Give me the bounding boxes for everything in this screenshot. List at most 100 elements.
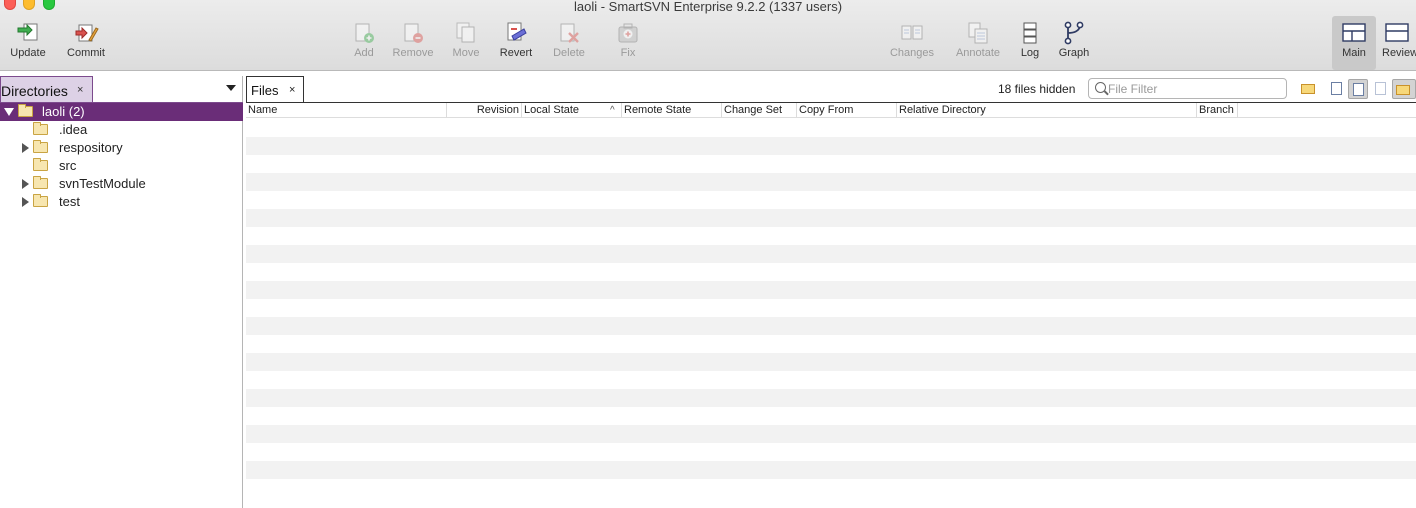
window-toolbar: laoli - SmartSVN Enterprise 9.2.2 (1337 … [0, 0, 1416, 71]
panel-menu-chevron-icon[interactable] [226, 85, 236, 91]
files-panel: Files × 18 files hidden Name Revision Lo… [246, 76, 1416, 508]
tree-item-label: respository [59, 140, 123, 155]
review-layout-icon [1385, 23, 1409, 42]
collapse-arrow-icon[interactable] [22, 197, 29, 207]
table-row-stripe [246, 281, 1416, 299]
tab-directories-label: Directories [1, 83, 68, 99]
tab-files[interactable]: Files × [246, 76, 304, 102]
log-label: Log [1020, 47, 1040, 59]
add-label: Add [354, 47, 374, 59]
review-perspective-button[interactable]: Review [1382, 20, 1416, 64]
move-file-icon [456, 22, 475, 43]
folder-icon [33, 158, 48, 171]
show-unchanged-files-button[interactable] [1327, 79, 1347, 99]
tree-item-src[interactable]: src [0, 157, 243, 175]
tab-files-label: Files [251, 83, 279, 98]
tab-directories[interactable]: Directories × [0, 76, 93, 102]
log-icon [1023, 22, 1037, 44]
folder-icon [33, 122, 48, 135]
add-file-icon [355, 23, 374, 43]
main-perspective-content: Main [1332, 20, 1376, 64]
column-relative-directory[interactable]: Relative Directory [897, 103, 1197, 118]
move-button[interactable]: Move [450, 20, 482, 64]
annotate-icon [968, 22, 988, 44]
move-label: Move [452, 47, 480, 59]
changes-label: Changes [889, 47, 935, 59]
column-change-set[interactable]: Change Set [722, 103, 797, 118]
delete-icon [560, 23, 579, 43]
table-row-stripe [246, 137, 1416, 155]
file-filter-field[interactable] [1088, 78, 1287, 99]
tree-item-label: .idea [59, 122, 88, 137]
revert-button[interactable]: Revert [497, 20, 535, 64]
file-filter-input[interactable] [1108, 81, 1283, 97]
folder-icon [33, 176, 48, 189]
window-title: laoli - SmartSVN Enterprise 9.2.2 (1337 … [573, 0, 843, 14]
file-icon [1331, 82, 1342, 95]
close-icon[interactable]: × [289, 84, 295, 96]
delete-button[interactable]: Delete [550, 20, 588, 64]
review-label: Review [1382, 47, 1416, 59]
main-layout-icon [1342, 23, 1366, 42]
folder-icon [33, 194, 48, 207]
add-button[interactable]: Add [350, 20, 378, 64]
update-icon [17, 23, 38, 41]
fix-label: Fix [620, 47, 636, 59]
main-label: Main [1342, 47, 1366, 59]
revert-icon [507, 22, 527, 41]
table-row-stripe [246, 317, 1416, 335]
search-icon [1095, 82, 1106, 93]
expand-arrow-icon[interactable] [4, 108, 14, 116]
sort-ascending-icon: ^ [610, 105, 615, 116]
main-perspective-button[interactable]: Main [1332, 16, 1376, 70]
recursive-folder-icon [1396, 85, 1410, 95]
show-ignored-files-button[interactable] [1371, 79, 1391, 99]
delete-label: Delete [553, 47, 585, 59]
tree-item-label: src [59, 158, 77, 173]
column-name[interactable]: Name [246, 103, 447, 118]
hidden-files-count[interactable]: 18 files hidden [998, 82, 1075, 96]
column-branch[interactable]: Branch [1197, 103, 1238, 118]
commit-button[interactable]: Commit [64, 20, 108, 64]
changes-button[interactable]: Changes [888, 20, 936, 64]
column-local-state-label: Local State [524, 104, 580, 116]
file-table-header: Name Revision Local State ^ Remote State… [246, 103, 1416, 118]
close-icon[interactable]: × [77, 84, 83, 96]
show-recursive-button[interactable] [1392, 79, 1416, 99]
column-local-state[interactable]: Local State ^ [522, 103, 622, 118]
column-revision[interactable]: Revision [447, 103, 522, 118]
show-modified-files-button[interactable] [1348, 79, 1368, 99]
remove-button[interactable]: Remove [390, 20, 436, 64]
update-button[interactable]: Update [8, 20, 48, 64]
collapse-arrow-icon[interactable] [22, 179, 29, 189]
folder-icon [33, 140, 48, 153]
table-row-stripe [246, 461, 1416, 479]
fix-button[interactable]: Fix [615, 20, 641, 64]
tree-item-label: svnTestModule [59, 176, 146, 191]
tree-item-laoli[interactable]: laoli (2) [0, 103, 243, 121]
tree-item-svntestmodule[interactable]: svnTestModule [0, 175, 243, 193]
file-table-body[interactable] [246, 119, 1416, 508]
graph-label: Graph [1058, 47, 1090, 59]
show-unversioned-folders-button[interactable] [1298, 79, 1318, 99]
update-label: Update [10, 47, 46, 59]
log-button[interactable]: Log [1017, 20, 1043, 64]
column-copy-from[interactable]: Copy From [797, 103, 897, 118]
working-copy-folder-icon [18, 104, 33, 117]
compare-files-icon [901, 25, 923, 40]
annotate-button[interactable]: Annotate [952, 20, 1004, 64]
table-row-stripe [246, 353, 1416, 371]
ignored-file-icon [1375, 82, 1386, 95]
tree-item-respository[interactable]: respository [0, 139, 243, 157]
remove-label: Remove [392, 47, 434, 59]
collapse-arrow-icon[interactable] [22, 143, 29, 153]
remove-file-icon [404, 23, 423, 43]
column-remote-state[interactable]: Remote State [622, 103, 722, 118]
folder-icon [1301, 84, 1315, 94]
tree-item-test[interactable]: test [0, 193, 243, 211]
tree-item-idea[interactable]: .idea [0, 121, 243, 139]
tree-item-label: laoli (2) [42, 104, 85, 119]
annotate-label: Annotate [955, 47, 1001, 59]
first-aid-kit-icon [618, 23, 638, 43]
graph-button[interactable]: Graph [1057, 20, 1091, 64]
